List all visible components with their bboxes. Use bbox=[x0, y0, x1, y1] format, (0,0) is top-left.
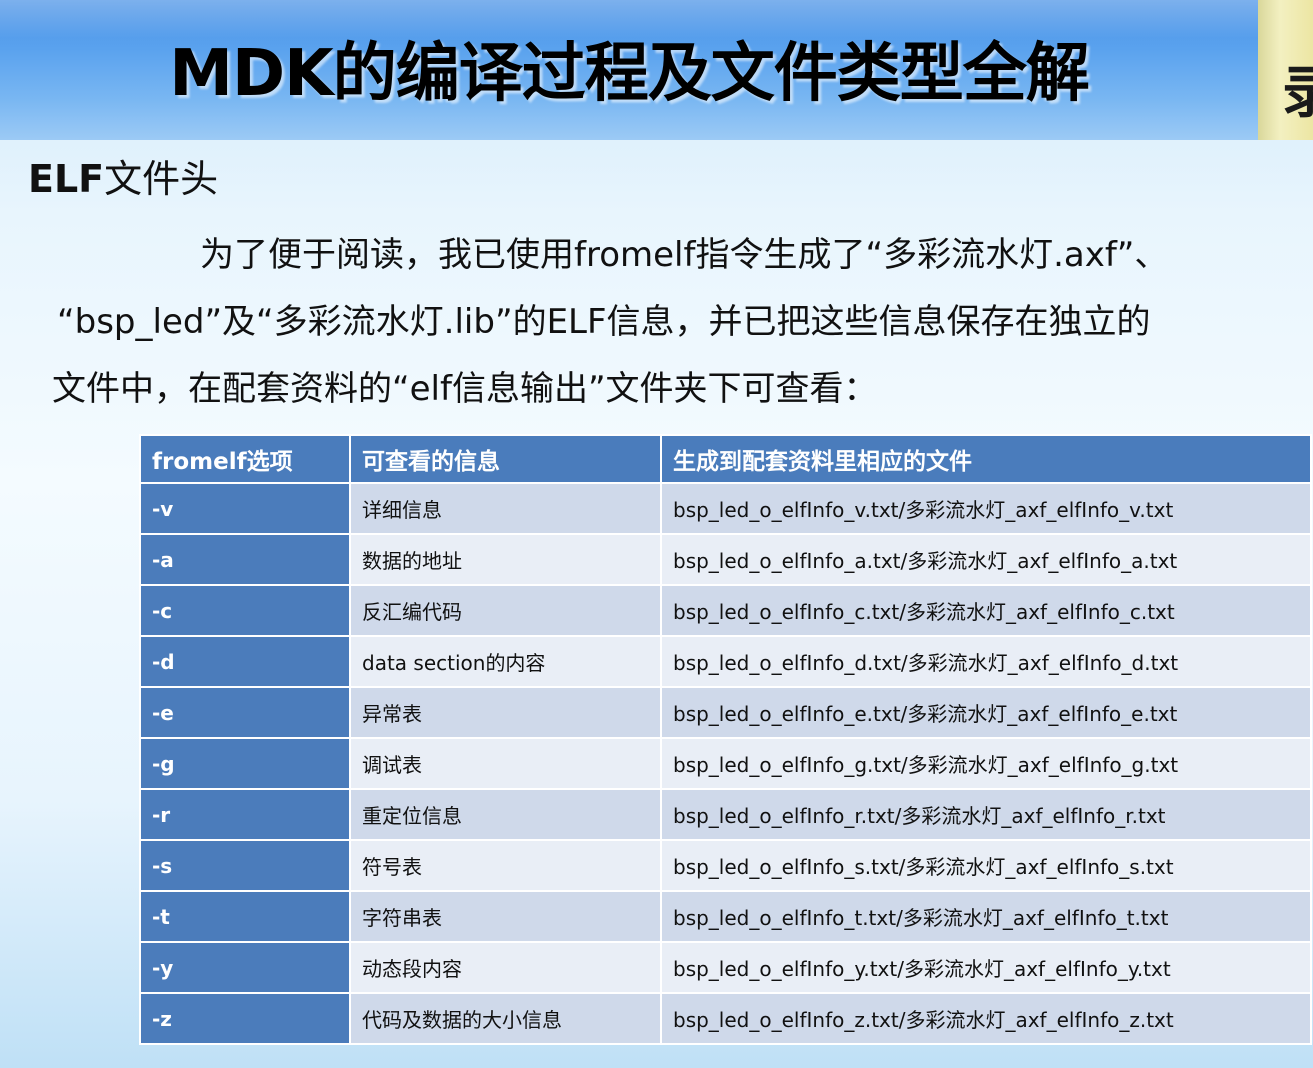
paragraph-line-3: 文件中，在配套资料的“elf信息输出”文件夹下可查看： bbox=[52, 369, 878, 409]
table-row: -c 反汇编代码 bsp_led_o_elfInfo_c.txt/多彩流水灯_a… bbox=[139, 584, 1312, 637]
section-heading-latin: ELF bbox=[28, 157, 105, 201]
option-cell: -a bbox=[139, 533, 351, 586]
table-row: -s 符号表 bsp_led_o_elfInfo_s.txt/多彩流水灯_axf… bbox=[139, 839, 1312, 892]
info-cell: 调试表 bbox=[349, 737, 662, 790]
info-cell: 字符串表 bbox=[349, 890, 662, 943]
corner-badge-text: 录 bbox=[1282, 60, 1313, 126]
info-cell: 动态段内容 bbox=[349, 941, 662, 994]
table-row: -t 字符串表 bsp_led_o_elfInfo_t.txt/多彩流水灯_ax… bbox=[139, 890, 1312, 943]
file-cell: bsp_led_o_elfInfo_e.txt/多彩流水灯_axf_elfInf… bbox=[660, 686, 1312, 739]
corner-badge: 录 bbox=[1258, 0, 1313, 140]
slide-title: MDK的编译过程及文件类型全解 bbox=[169, 37, 1089, 111]
option-cell: -d bbox=[139, 635, 351, 688]
column-header-option: fromelf选项 bbox=[139, 434, 351, 484]
option-cell: -v bbox=[139, 482, 351, 535]
table-row: -a 数据的地址 bsp_led_o_elfInfo_a.txt/多彩流水灯_a… bbox=[139, 533, 1312, 586]
info-cell: 反汇编代码 bbox=[349, 584, 662, 637]
file-cell: bsp_led_o_elfInfo_r.txt/多彩流水灯_axf_elfInf… bbox=[660, 788, 1312, 841]
intro-paragraph: 为了便于阅读，我已使用fromelf指令生成了“多彩流水灯.axf”、 “bsp… bbox=[52, 222, 1302, 423]
option-cell: -s bbox=[139, 839, 351, 892]
option-cell: -y bbox=[139, 941, 351, 994]
paragraph-line-1: 为了便于阅读，我已使用fromelf指令生成了“多彩流水灯.axf”、 bbox=[200, 235, 1169, 275]
file-cell: bsp_led_o_elfInfo_c.txt/多彩流水灯_axf_elfInf… bbox=[660, 584, 1312, 637]
info-cell: 重定位信息 bbox=[349, 788, 662, 841]
file-cell: bsp_led_o_elfInfo_z.txt/多彩流水灯_axf_elfInf… bbox=[660, 992, 1312, 1045]
table-row: -g 调试表 bsp_led_o_elfInfo_g.txt/多彩流水灯_axf… bbox=[139, 737, 1312, 790]
info-cell: 数据的地址 bbox=[349, 533, 662, 586]
title-banner: MDK的编译过程及文件类型全解 bbox=[0, 0, 1258, 140]
info-cell: 详细信息 bbox=[349, 482, 662, 535]
file-cell: bsp_led_o_elfInfo_v.txt/多彩流水灯_axf_elfInf… bbox=[660, 482, 1312, 535]
column-header-file: 生成到配套资料里相应的文件 bbox=[660, 434, 1312, 484]
file-cell: bsp_led_o_elfInfo_g.txt/多彩流水灯_axf_elfInf… bbox=[660, 737, 1312, 790]
option-cell: -t bbox=[139, 890, 351, 943]
paragraph-line-2: “bsp_led”及“多彩流水灯.lib”的ELF信息，并已把这些信息保存在独立… bbox=[57, 302, 1151, 342]
file-cell: bsp_led_o_elfInfo_a.txt/多彩流水灯_axf_elfInf… bbox=[660, 533, 1312, 586]
table-row: -v 详细信息 bsp_led_o_elfInfo_v.txt/多彩流水灯_ax… bbox=[139, 482, 1312, 535]
option-cell: -r bbox=[139, 788, 351, 841]
info-cell: 异常表 bbox=[349, 686, 662, 739]
table-row: -r 重定位信息 bsp_led_o_elfInfo_r.txt/多彩流水灯_a… bbox=[139, 788, 1312, 841]
option-cell: -e bbox=[139, 686, 351, 739]
option-cell: -g bbox=[139, 737, 351, 790]
table-row: -e 异常表 bsp_led_o_elfInfo_e.txt/多彩流水灯_axf… bbox=[139, 686, 1312, 739]
info-cell: 符号表 bbox=[349, 839, 662, 892]
table-row: -d data section的内容 bsp_led_o_elfInfo_d.t… bbox=[139, 635, 1312, 688]
table-header-row: fromelf选项 可查看的信息 生成到配套资料里相应的文件 bbox=[139, 434, 1312, 484]
file-cell: bsp_led_o_elfInfo_t.txt/多彩流水灯_axf_elfInf… bbox=[660, 890, 1312, 943]
option-cell: -c bbox=[139, 584, 351, 637]
column-header-info: 可查看的信息 bbox=[349, 434, 662, 484]
section-heading: ELF文件头 bbox=[28, 148, 218, 203]
section-heading-rest: 文件头 bbox=[104, 157, 219, 201]
fromelf-options-table: fromelf选项 可查看的信息 生成到配套资料里相应的文件 -v 详细信息 b… bbox=[139, 434, 1312, 1045]
file-cell: bsp_led_o_elfInfo_s.txt/多彩流水灯_axf_elfInf… bbox=[660, 839, 1312, 892]
file-cell: bsp_led_o_elfInfo_d.txt/多彩流水灯_axf_elfInf… bbox=[660, 635, 1312, 688]
table-row: -y 动态段内容 bsp_led_o_elfInfo_y.txt/多彩流水灯_a… bbox=[139, 941, 1312, 994]
info-cell: data section的内容 bbox=[349, 635, 662, 688]
info-cell: 代码及数据的大小信息 bbox=[349, 992, 662, 1045]
table-row: -z 代码及数据的大小信息 bsp_led_o_elfInfo_z.txt/多彩… bbox=[139, 992, 1312, 1045]
file-cell: bsp_led_o_elfInfo_y.txt/多彩流水灯_axf_elfInf… bbox=[660, 941, 1312, 994]
option-cell: -z bbox=[139, 992, 351, 1045]
